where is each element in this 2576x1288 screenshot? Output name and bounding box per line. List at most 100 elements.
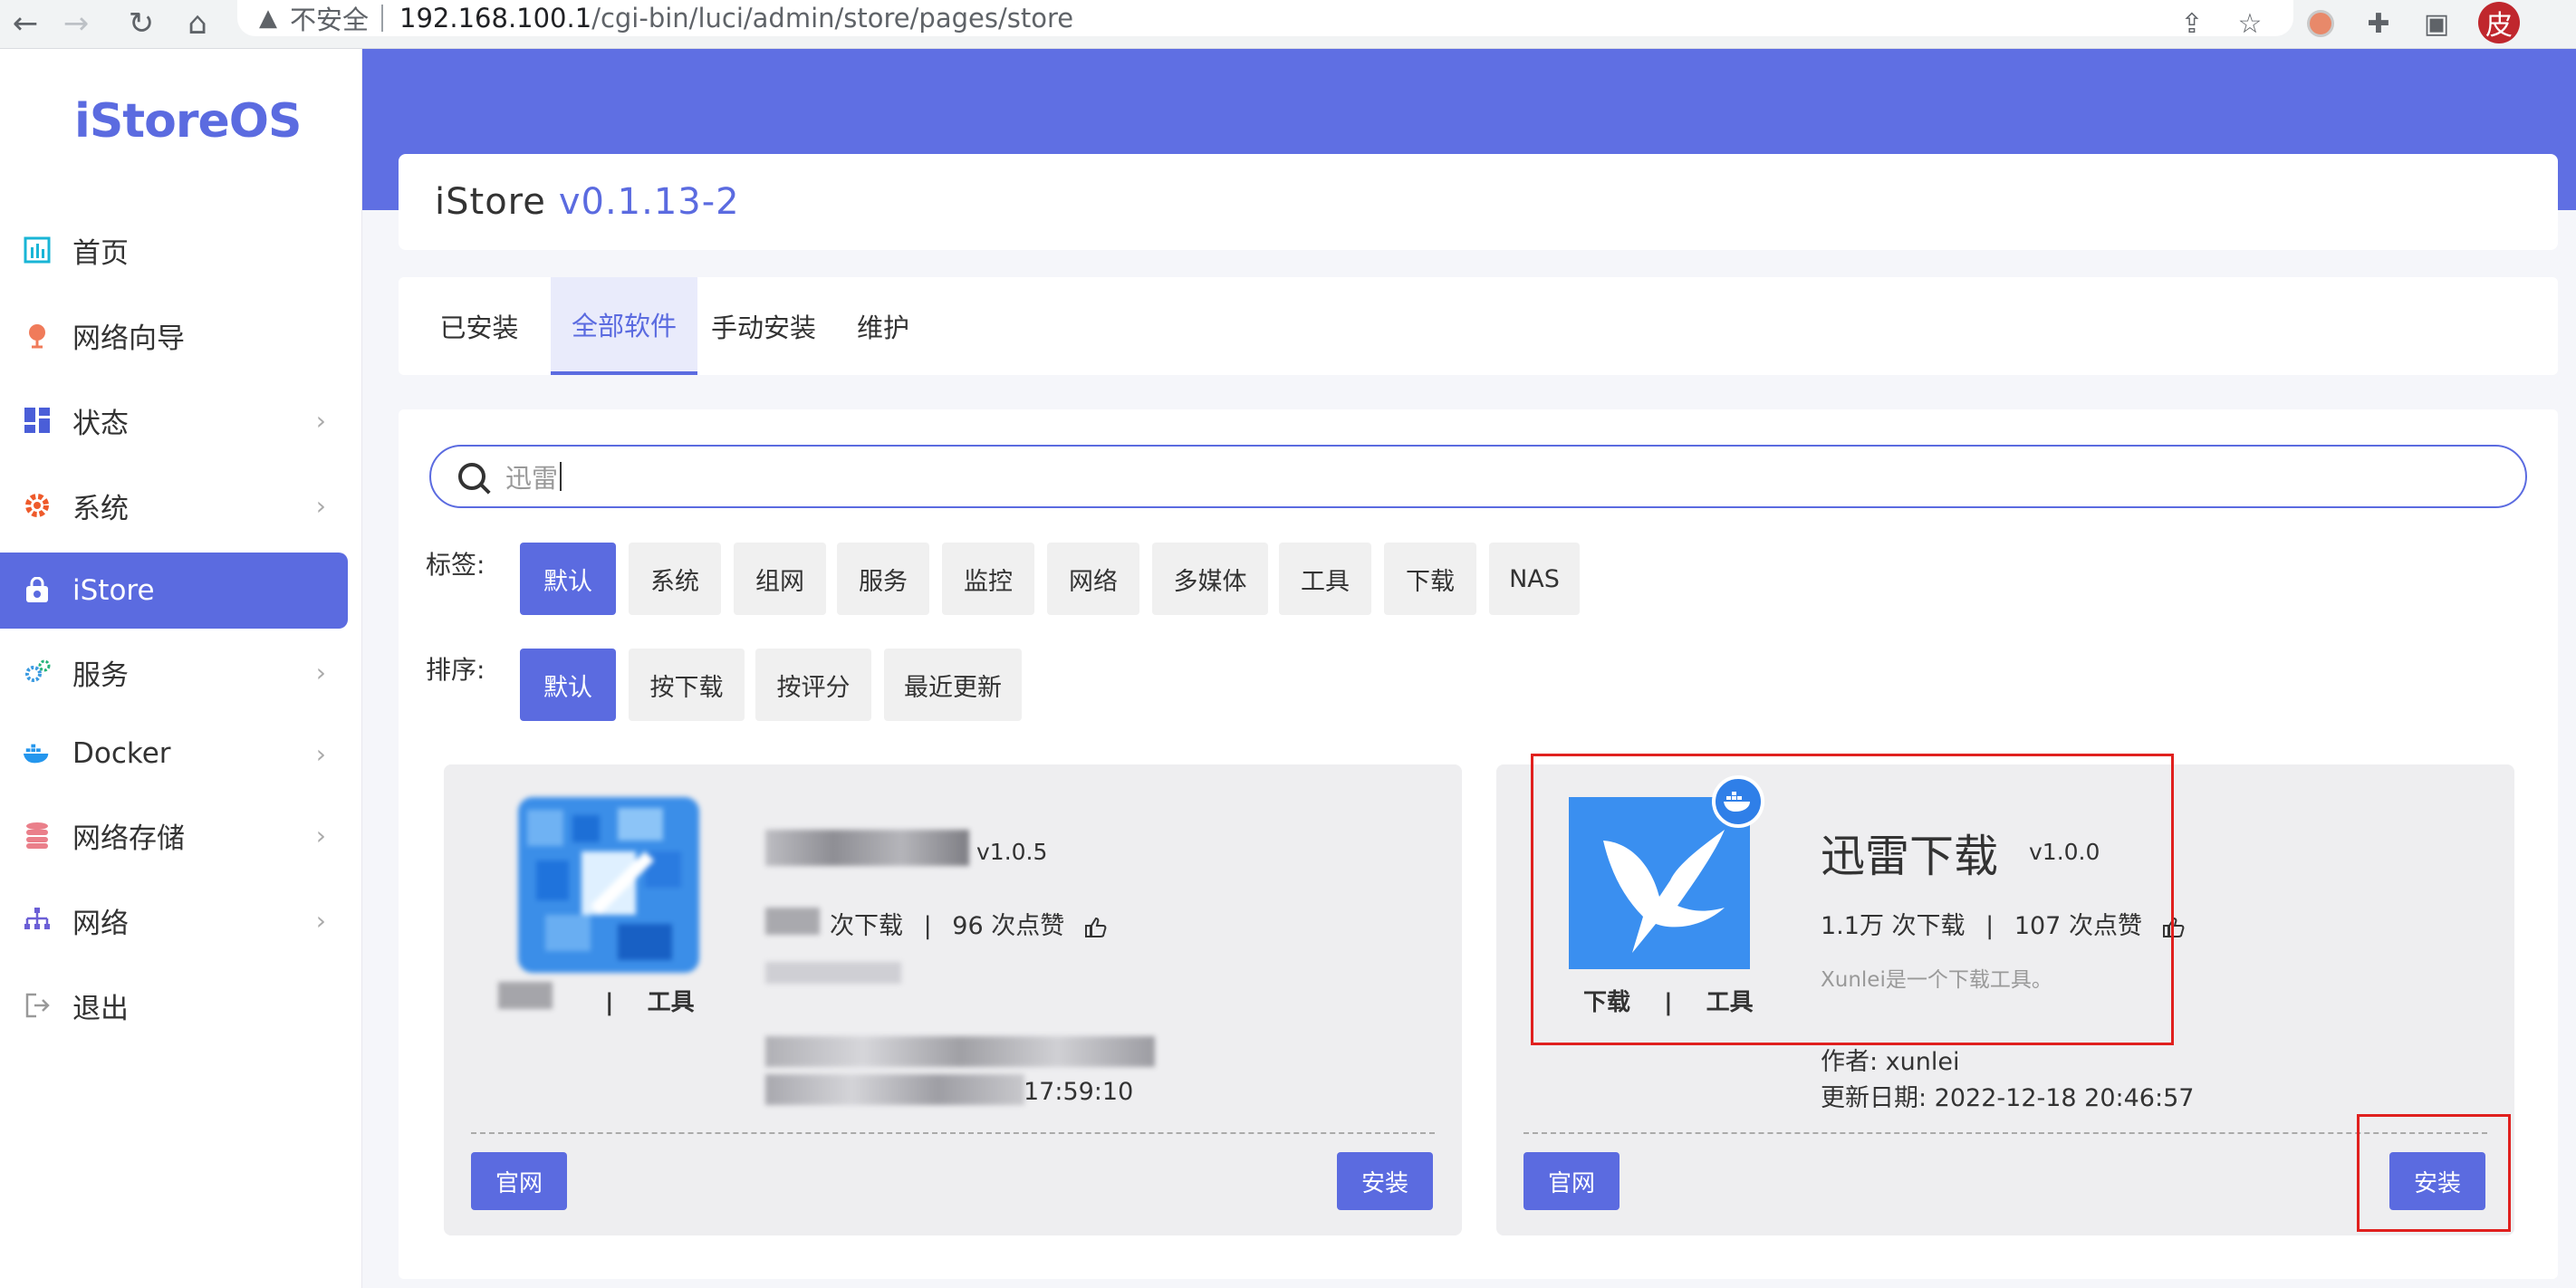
description-obscured	[765, 962, 901, 984]
updated-obscured	[765, 1074, 1024, 1105]
tag-filter-chip[interactable]: 下载	[1384, 543, 1476, 615]
bookmark-star-icon[interactable]: ☆	[2230, 4, 2270, 43]
card-divider	[1523, 1132, 2487, 1134]
app-stats: 次下载 | 96 次点赞	[830, 906, 1107, 941]
card-divider	[471, 1132, 1435, 1134]
storage-db-icon	[22, 820, 53, 851]
tag-filter-chip[interactable]: 服务	[837, 543, 929, 615]
chevron-right-icon: ›	[315, 405, 326, 436]
globe-wizard-icon	[22, 320, 53, 351]
url-separator	[381, 5, 384, 32]
app-name-obscured	[765, 830, 969, 866]
tag-filter-chip[interactable]: 系统	[629, 543, 721, 615]
tag-filter-chip[interactable]: 多媒体	[1152, 543, 1268, 615]
tag-filter-chip[interactable]: 默认	[520, 543, 616, 615]
page-title: iStore v0.1.13-2	[399, 154, 2558, 250]
tag-obscured	[498, 982, 553, 1009]
sort-option-chip[interactable]: 按评分	[755, 649, 871, 721]
chevron-right-icon: ›	[315, 738, 326, 769]
home-icon[interactable]: ⌂	[178, 4, 217, 43]
chevron-right-icon: ›	[315, 905, 326, 936]
tag-filter-chip[interactable]: 组网	[734, 543, 826, 615]
sidebar-item-label: 网络	[72, 907, 129, 940]
sidebar-item-label: 服务	[72, 658, 129, 692]
sidebar-item-1[interactable]: 网络向导	[0, 297, 348, 373]
sidebar-item-6[interactable]: Docker ›	[0, 716, 348, 792]
tab-manual-install[interactable]: 手动安装	[705, 277, 822, 375]
forward-arrow-icon[interactable]: →	[56, 4, 96, 43]
sidebar-item-label: 网络向导	[72, 322, 185, 355]
highlight-box-install	[2357, 1114, 2511, 1232]
reload-icon[interactable]: ↻	[121, 4, 161, 43]
tag-filter-chip[interactable]: 工具	[1279, 543, 1371, 615]
search-input[interactable]: 迅雷	[429, 445, 2527, 508]
app-tags: | 工具	[605, 984, 695, 1017]
thumbs-up-icon[interactable]	[1083, 917, 1107, 938]
sort-option-chip[interactable]: 按下载	[629, 649, 745, 721]
tab-installed[interactable]: 已安装	[420, 277, 538, 375]
home-chart-icon	[22, 235, 53, 265]
tag-filter-chip[interactable]: NAS	[1489, 543, 1580, 615]
url-path: /cgi-bin/luci/admin/store/pages/store	[591, 3, 1074, 34]
app-tag: 工具	[647, 989, 695, 1016]
sidebar-item-label: 网络存储	[72, 822, 185, 855]
likes-count: 96 次点赞	[952, 912, 1065, 940]
tag-filter-chip[interactable]: 监控	[942, 543, 1034, 615]
browser-toolbar: ← → ↻ ⌂ ▲ 不安全 192.168.100.1/cgi-bin/luci…	[0, 0, 2576, 49]
sidebar-item-8[interactable]: 网络 ›	[0, 882, 348, 958]
dashboard-icon	[22, 405, 53, 436]
text-caret	[560, 462, 562, 491]
sidebar-item-4[interactable]: iStore	[0, 553, 348, 629]
app-updated: 更新日期: 2022-12-18 20:46:57	[1821, 1084, 2195, 1112]
stats-separator: |	[923, 912, 932, 940]
tab-bar: 已安装 全部软件 手动安装 维护	[399, 277, 2558, 375]
chevron-right-icon: ›	[315, 657, 326, 687]
tags-label: 标签:	[426, 550, 485, 580]
sort-label: 排序:	[426, 655, 485, 685]
sidebar-item-0[interactable]: 首页	[0, 212, 348, 288]
logout-icon	[22, 990, 53, 1021]
page-title-text: iStore	[435, 181, 546, 223]
sidebar-item-label: 退出	[72, 992, 129, 1025]
gear-icon	[22, 490, 53, 521]
author-obscured	[765, 1036, 1155, 1067]
app-icon	[518, 797, 699, 973]
search-value: 迅雷	[505, 463, 559, 494]
sort-option-chip[interactable]: 最近更新	[884, 649, 1022, 721]
sidebar-item-label: 系统	[72, 492, 129, 525]
record-extension-icon[interactable]	[2301, 4, 2341, 43]
sidepanel-icon[interactable]: ▣	[2417, 4, 2456, 43]
services-gears-icon	[22, 657, 53, 687]
chevron-right-icon: ›	[315, 820, 326, 851]
official-site-button[interactable]: 官网	[1523, 1152, 1620, 1210]
app-author: 作者: xunlei	[1821, 1048, 1960, 1076]
sidebar-item-9[interactable]: 退出	[0, 967, 348, 1043]
downloads-label: 次下载	[830, 912, 903, 940]
network-tree-icon	[22, 905, 53, 936]
puzzle-extensions-icon[interactable]: ✚	[2359, 4, 2398, 43]
sidebar-item-7[interactable]: 网络存储 ›	[0, 797, 348, 873]
back-arrow-icon[interactable]: ←	[5, 4, 45, 43]
downloads-obscured	[765, 908, 820, 935]
sidebar-item-label: 状态	[72, 407, 129, 440]
address-bar[interactable]: ▲ 不安全 192.168.100.1/cgi-bin/luci/admin/s…	[237, 0, 2293, 36]
profile-avatar[interactable]: 皮	[2478, 2, 2520, 43]
chevron-right-icon: ›	[315, 490, 326, 521]
install-button[interactable]: 安装	[1337, 1152, 1433, 1210]
tag-filter-chip[interactable]: 网络	[1047, 543, 1139, 615]
official-site-button[interactable]: 官网	[471, 1152, 567, 1210]
sidebar-item-2[interactable]: 状态 ›	[0, 382, 348, 458]
tab-maintenance[interactable]: 维护	[842, 277, 924, 375]
store-bag-icon	[22, 575, 53, 606]
app-version: v1.0.5	[976, 839, 1048, 865]
search-icon	[458, 463, 485, 490]
share-icon[interactable]: ⇪	[2172, 4, 2212, 43]
sidebar-item-label: iStore	[72, 574, 155, 607]
sidebar-item-5[interactable]: 服务 ›	[0, 634, 348, 710]
sidebar-item-label: Docker	[72, 737, 171, 770]
tab-all-software[interactable]: 全部软件	[551, 277, 697, 375]
sort-option-chip[interactable]: 默认	[520, 649, 616, 721]
sidebar-item-3[interactable]: 系统 ›	[0, 467, 348, 543]
highlight-box-app	[1531, 754, 2174, 1045]
updated-time: 17:59:10	[1024, 1078, 1134, 1106]
